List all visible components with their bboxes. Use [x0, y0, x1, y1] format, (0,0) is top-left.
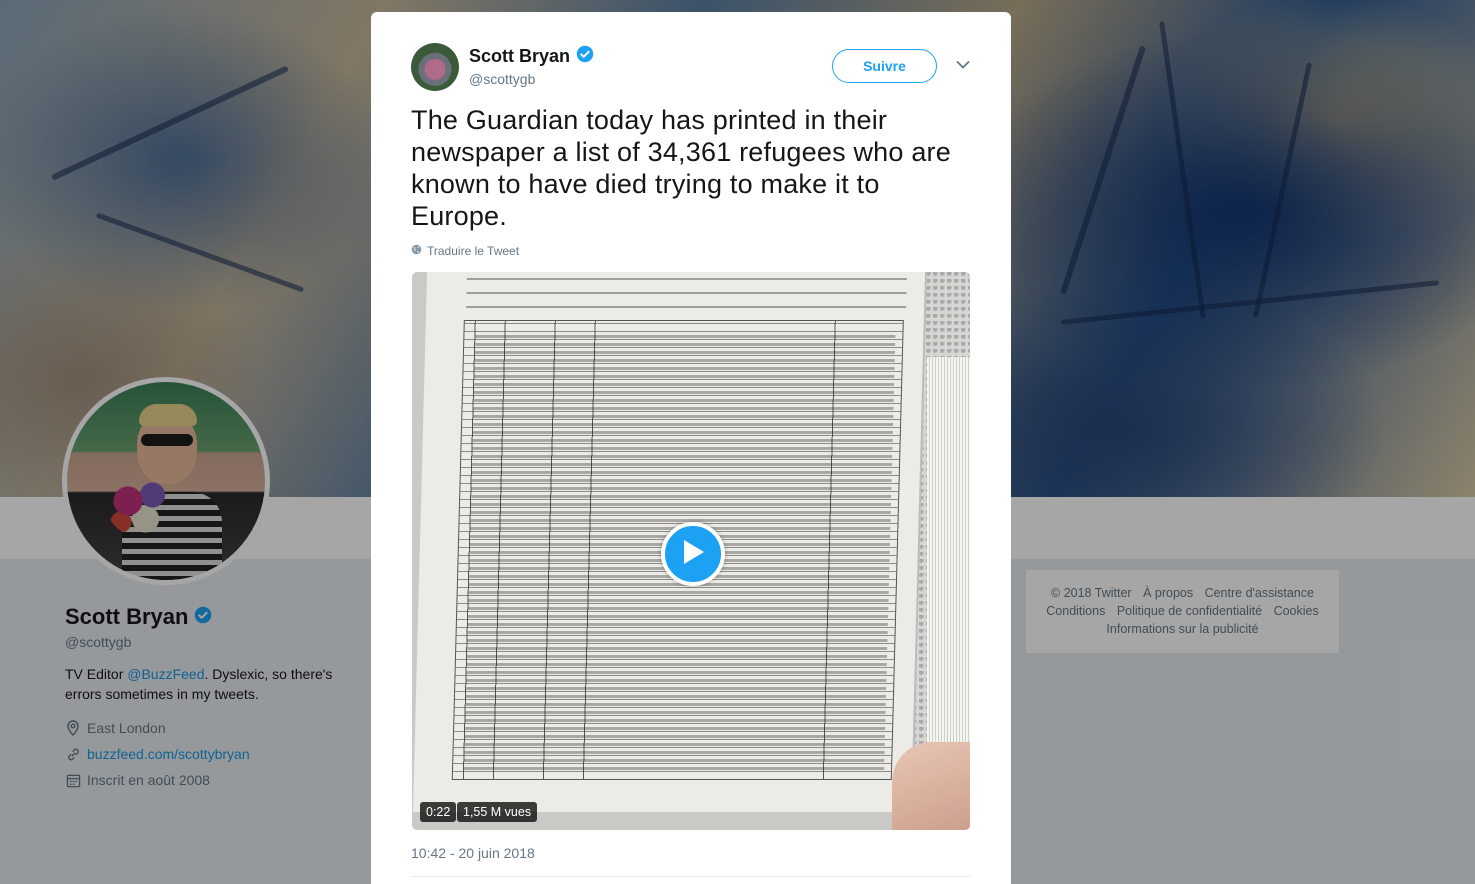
divider — [411, 876, 971, 877]
author-name-row: Scott Bryan — [469, 45, 594, 68]
video-duration: 0:22 — [420, 802, 457, 822]
chevron-down-icon — [956, 57, 970, 75]
translate-tweet-link[interactable]: Traduire le Tweet — [411, 244, 519, 258]
tweet-timestamp[interactable]: 10:42 - 20 juin 2018 — [411, 845, 535, 861]
tweet-text: The Guardian today has printed in their … — [411, 105, 951, 231]
tweet-video[interactable]: 0:22 1,55 M vues — [412, 272, 970, 830]
newspaper-headline-lines — [465, 272, 908, 314]
video-hand — [892, 742, 970, 830]
author-handle[interactable]: @scottygb — [469, 71, 535, 87]
translate-label: Traduire le Tweet — [427, 244, 520, 258]
play-icon — [680, 538, 706, 571]
follow-button[interactable]: Suivre — [832, 49, 937, 83]
verified-badge-icon — [576, 45, 594, 68]
globe-icon — [411, 244, 422, 258]
tweet-menu-button[interactable] — [954, 57, 972, 75]
play-button[interactable] — [661, 522, 725, 586]
author-name[interactable]: Scott Bryan — [469, 46, 570, 67]
tweet-modal: Scott Bryan @scottygb Suivre The Guardia… — [371, 12, 1011, 884]
video-views: 1,55 M vues — [457, 802, 538, 822]
author-avatar[interactable] — [411, 43, 459, 91]
